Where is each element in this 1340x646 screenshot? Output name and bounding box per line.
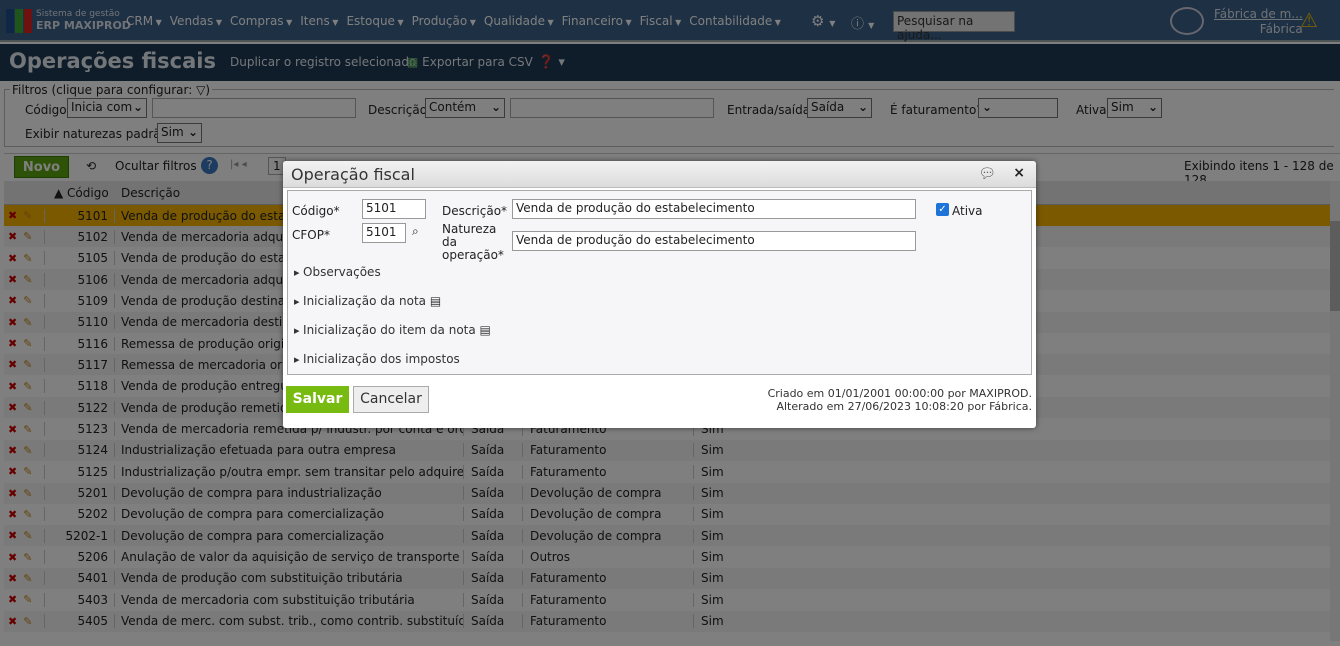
cfop-input[interactable]: 5101: [362, 223, 406, 243]
natureza-label: Natureza da operação*: [442, 222, 504, 262]
comment-icon[interactable]: 💬︎: [978, 166, 996, 182]
section-inicializacao-item[interactable]: Inicialização do item da nota ▤: [294, 323, 491, 337]
ativa-label: Ativa: [952, 204, 983, 218]
dialog-form: Código* 5101 CFOP* 5101 ⌕ Descrição* Ven…: [287, 190, 1032, 375]
audit-info: Criado em 01/01/2001 00:00:00 por MAXIPR…: [768, 387, 1032, 413]
descricao-input[interactable]: Venda de produção do estabelecimento: [512, 199, 916, 219]
operacao-fiscal-dialog: Operação fiscal 💬︎ × Código* 5101 CFOP* …: [283, 161, 1036, 428]
cfop-label: CFOP*: [292, 228, 330, 242]
notes-icon: ▤: [479, 323, 491, 337]
ativa-checkbox[interactable]: ✓: [936, 203, 949, 216]
descricao-label: Descrição*: [442, 204, 508, 218]
codigo-input[interactable]: 5101: [362, 199, 426, 219]
updated-info: Alterado em 27/06/2023 10:08:20 por Fábr…: [776, 400, 1032, 413]
section-observacoes[interactable]: Observações: [294, 265, 381, 279]
close-icon[interactable]: ×: [1013, 165, 1025, 181]
search-icon[interactable]: ⌕: [412, 224, 419, 239]
notes-icon: ▤: [429, 294, 442, 308]
dialog-title: Operação fiscal: [283, 161, 1036, 188]
section-inicializacao-impostos[interactable]: Inicialização dos impostos: [294, 352, 460, 366]
save-button[interactable]: Salvar: [286, 386, 349, 413]
cancel-button[interactable]: Cancelar: [353, 386, 429, 413]
section-inicializacao-nota[interactable]: Inicialização da nota ▤: [294, 294, 441, 308]
natureza-input[interactable]: Venda de produção do estabelecimento: [512, 231, 916, 251]
section-label: Inicialização da nota: [303, 294, 427, 308]
codigo-label: Código*: [292, 204, 340, 218]
section-label: Inicialização do item da nota: [303, 323, 476, 337]
created-info: Criado em 01/01/2001 00:00:00 por MAXIPR…: [767, 387, 1032, 400]
